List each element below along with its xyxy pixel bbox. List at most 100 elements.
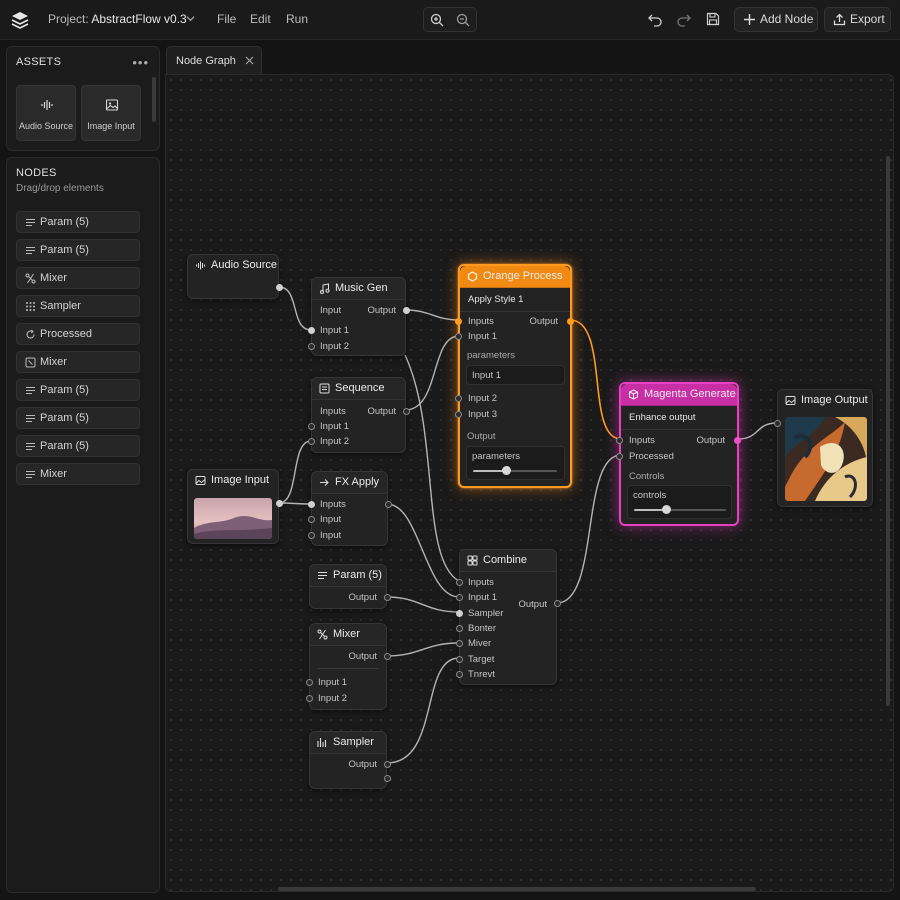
add-node-button[interactable]: Add Node <box>734 7 818 32</box>
output-port[interactable] <box>384 653 391 660</box>
node-image-input[interactable]: Image Input <box>187 469 283 544</box>
node-list-item[interactable]: Param (5) <box>16 435 140 457</box>
node-magenta-generate[interactable]: Magenta Generate Enhance output Inputs O… <box>616 382 741 526</box>
node-list-item[interactable]: Mixer <box>16 351 140 373</box>
nodes-panel: NODES Drag/drop elements Param (5) Param… <box>6 157 160 893</box>
node-image-output[interactable]: Image Output <box>774 389 873 507</box>
node-list-label: Sampler <box>40 300 81 312</box>
input-port[interactable] <box>455 411 462 418</box>
menu-run[interactable]: Run <box>286 12 308 26</box>
port-label: Input <box>320 530 342 541</box>
input-port[interactable] <box>455 318 462 325</box>
node-sampler[interactable]: Sampler Output <box>309 731 391 789</box>
save-icon[interactable] <box>705 11 721 27</box>
port-label: Input 1 <box>320 325 350 336</box>
zoom-in-icon[interactable] <box>429 12 445 28</box>
input-port[interactable] <box>308 343 315 350</box>
port-label: Output <box>367 406 396 417</box>
asset-image-input[interactable]: Image Input <box>81 85 141 141</box>
slider-knob[interactable] <box>502 466 512 475</box>
parameters-slider-box: parameters <box>466 446 565 480</box>
redo-icon[interactable] <box>676 11 692 27</box>
slider-knob[interactable] <box>661 505 671 514</box>
output-port[interactable] <box>554 600 561 607</box>
input-port[interactable] <box>456 594 463 601</box>
input-port[interactable] <box>456 579 463 586</box>
export-button[interactable]: Export <box>824 7 891 32</box>
node-list-item[interactable]: Param (5) <box>16 379 140 401</box>
waveform-icon <box>196 261 205 270</box>
input-port[interactable] <box>306 695 313 702</box>
node-sequence[interactable]: Sequence Inputs Output Input 1 Input 2 <box>308 377 410 453</box>
node-list-label: Param (5) <box>40 216 89 228</box>
input-port[interactable] <box>308 501 315 508</box>
input-port[interactable] <box>616 437 623 444</box>
image-icon <box>105 99 119 111</box>
node-list-item[interactable]: Processed <box>16 323 140 345</box>
horizontal-scrollbar[interactable] <box>278 887 756 891</box>
input-port[interactable] <box>308 516 315 523</box>
output-port[interactable] <box>403 408 410 415</box>
node-combine[interactable]: Combine Inputs Input 1 Sampler Bonter Mi… <box>456 549 561 685</box>
project-selector[interactable]: Project: AbstractFlow v0.3 <box>48 12 187 26</box>
input-port[interactable] <box>308 423 315 430</box>
output-port[interactable] <box>276 500 283 507</box>
input-port[interactable] <box>456 640 463 647</box>
hexagon-icon <box>467 271 478 282</box>
node-mixer[interactable]: Mixer Output Input 1 Input 2 <box>306 623 391 710</box>
node-list-label: Param (5) <box>40 412 89 424</box>
vertical-scrollbar[interactable] <box>886 156 890 706</box>
output-port[interactable] <box>384 761 391 768</box>
node-music-gen[interactable]: Music Gen Input Output Input 1 Input 2 <box>308 277 410 356</box>
zoom-out-icon[interactable] <box>455 12 471 28</box>
input-port[interactable] <box>308 532 315 539</box>
close-icon[interactable] <box>245 56 254 65</box>
chevron-down-icon[interactable] <box>186 14 195 23</box>
node-list-item[interactable]: Param (5) <box>16 211 140 233</box>
node-header: Audio Source <box>188 255 278 277</box>
node-fx-apply[interactable]: FX Apply Inputs Input Input <box>308 471 392 546</box>
output-port[interactable] <box>385 501 392 508</box>
node-list-item[interactable]: Param (5) <box>16 239 140 261</box>
node-param[interactable]: Param (5) Output <box>309 564 391 609</box>
input-port[interactable] <box>456 625 463 632</box>
node-list-item[interactable]: Sampler <box>16 295 140 317</box>
output-port[interactable] <box>567 318 574 325</box>
output-port[interactable] <box>384 594 391 601</box>
slider-track[interactable] <box>473 470 557 472</box>
input-port[interactable] <box>456 656 463 663</box>
input-port[interactable] <box>456 610 463 617</box>
input-port[interactable] <box>455 395 462 402</box>
node-audio-source[interactable]: Audio Source <box>187 254 283 299</box>
menu-file[interactable]: File <box>217 12 236 26</box>
assets-scrollbar[interactable] <box>152 77 156 122</box>
layers-logo-icon[interactable] <box>10 10 30 30</box>
output-port[interactable] <box>403 307 410 314</box>
node-list-item[interactable]: Mixer <box>16 463 140 485</box>
output-port[interactable] <box>384 775 391 782</box>
node-list-item[interactable]: Param (5) <box>16 407 140 429</box>
output-port[interactable] <box>276 284 283 291</box>
zoom-controls <box>423 7 477 32</box>
input-port[interactable] <box>308 327 315 334</box>
undo-icon[interactable] <box>647 11 663 27</box>
more-options-icon[interactable]: ••• <box>132 55 149 70</box>
output-port[interactable] <box>734 437 741 444</box>
parameter-input-field[interactable]: Input 1 <box>466 365 565 385</box>
node-orange-process[interactable]: Orange Process Apply Style 1 Inputs Outp… <box>455 264 574 488</box>
input-port[interactable] <box>308 438 315 445</box>
menu-edit[interactable]: Edit <box>250 12 271 26</box>
node-header: FX Apply <box>312 472 387 494</box>
node-list-item[interactable]: Mixer <box>16 267 140 289</box>
node-title: Music Gen <box>335 282 388 294</box>
input-port[interactable] <box>306 679 313 686</box>
input-port[interactable] <box>455 333 462 340</box>
input-port[interactable] <box>616 453 623 460</box>
slider-track[interactable] <box>634 509 726 511</box>
lines-icon <box>26 414 35 423</box>
asset-audio-source[interactable]: Audio Source <box>16 85 76 141</box>
input-port[interactable] <box>456 671 463 678</box>
image-output-preview <box>785 417 867 501</box>
tab-node-graph[interactable]: Node Graph <box>166 46 262 74</box>
input-port[interactable] <box>774 420 781 427</box>
